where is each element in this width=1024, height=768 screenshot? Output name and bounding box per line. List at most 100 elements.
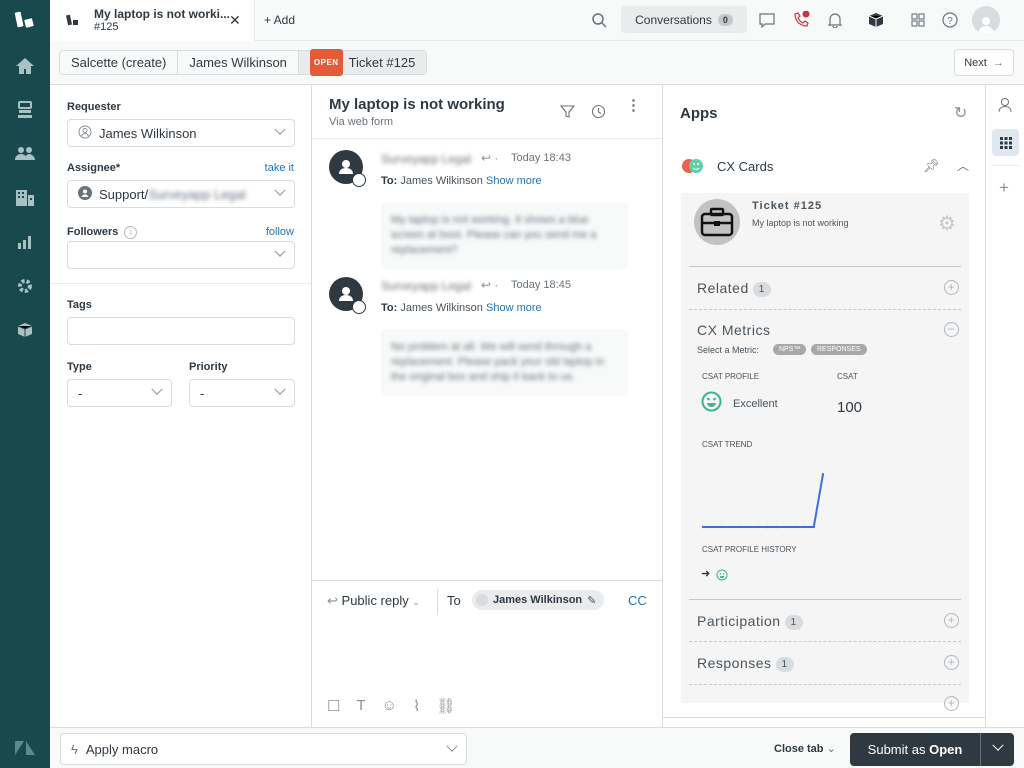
notifications-bell-icon[interactable] xyxy=(825,10,845,30)
apply-macro-select[interactable]: ϟ Apply macro xyxy=(60,733,467,765)
responses-section[interactable]: Responses 1 + xyxy=(697,655,961,672)
breadcrumb-ticket[interactable]: OPEN Ticket #125 xyxy=(298,49,427,76)
cx-metrics-section[interactable]: CX Metrics − xyxy=(697,322,961,338)
tags-input[interactable] xyxy=(67,317,295,345)
expand-plus-icon[interactable]: + xyxy=(944,613,959,628)
message-recipient: James Wilkinson xyxy=(400,175,483,187)
message-body: My laptop is not working. It shows a blu… xyxy=(381,202,628,269)
followers-select[interactable] xyxy=(67,241,295,269)
trend-point xyxy=(766,525,769,529)
priority-select[interactable]: - xyxy=(189,379,295,407)
zendesk-logo-icon[interactable] xyxy=(13,8,37,32)
admin-gear-icon[interactable] xyxy=(13,274,37,298)
submit-options-button[interactable] xyxy=(980,733,1014,766)
reply-type-select[interactable]: ↩ Public reply ⌄ xyxy=(327,593,420,609)
trend-point xyxy=(720,525,723,529)
chevron-down-icon xyxy=(274,245,286,257)
message-time: Today 18:45 xyxy=(511,279,571,291)
trend-point xyxy=(794,525,797,529)
info-icon[interactable]: i xyxy=(124,226,138,239)
related-section[interactable]: Related 1 + xyxy=(697,280,961,297)
breadcrumb-organization[interactable]: Salcette (create) xyxy=(60,51,179,74)
attachment-icon[interactable]: ⌇ xyxy=(413,697,420,715)
apps-grid-icon[interactable] xyxy=(992,129,1019,156)
user-circle-icon xyxy=(78,125,92,142)
cc-button[interactable]: CC xyxy=(628,593,647,608)
add-app-icon[interactable]: + xyxy=(999,179,1009,196)
recipient-chip[interactable]: James Wilkinson ✎ xyxy=(472,590,605,610)
help-icon[interactable]: ? xyxy=(940,10,960,30)
ticket-tab-icon xyxy=(66,13,80,30)
message-body: No problem at all. We will send through … xyxy=(381,329,628,396)
reporting-icon[interactable] xyxy=(13,230,37,254)
participation-section[interactable]: Participation 1 + xyxy=(697,613,961,630)
apps-panel: Apps ↻ CX Cards 📌︎ ︿ Ticket #125 My lapt… xyxy=(662,85,985,727)
organizations-icon[interactable] xyxy=(13,186,37,210)
show-more-link[interactable]: Show more xyxy=(486,302,542,314)
edit-pencil-icon[interactable]: ✎ xyxy=(587,594,596,607)
ticket-tab[interactable]: My laptop is not worki... #125 ✕ xyxy=(50,0,255,41)
expand-plus-icon[interactable]: + xyxy=(944,280,959,295)
customers-icon[interactable] xyxy=(13,142,37,166)
arrow-right-icon: → xyxy=(992,56,1004,69)
reply-arrow-icon: ↩ xyxy=(327,593,338,608)
metric-option-responses[interactable]: RESPONSES xyxy=(811,344,867,355)
filter-icon[interactable] xyxy=(559,104,576,122)
trend-point xyxy=(757,525,760,529)
card-ticket-title: Ticket #125 xyxy=(752,200,823,212)
expand-plus-icon[interactable]: + xyxy=(944,696,959,711)
conversation-header: My laptop is not working Via web form ⋮ xyxy=(312,85,662,139)
expand-plus-icon[interactable]: + xyxy=(944,655,959,670)
reply-arrow-icon: ↩ · xyxy=(481,278,499,292)
trend-point xyxy=(738,525,742,529)
emoji-icon[interactable]: ☺ xyxy=(382,697,397,715)
next-button[interactable]: Next → xyxy=(954,49,1014,76)
phone-icon[interactable] xyxy=(791,10,811,30)
user-avatar[interactable] xyxy=(972,6,1000,34)
show-more-link[interactable]: Show more xyxy=(486,175,542,187)
assignee-select[interactable]: Support/Surveyapp Legal xyxy=(67,180,295,208)
text-format-icon[interactable]: T xyxy=(356,697,365,715)
conversations-button[interactable]: Conversations 0 xyxy=(621,6,747,33)
add-tab-button[interactable]: + Add xyxy=(264,13,295,27)
footer-bar: ϟ Apply macro Close tab ⌄ Submit as Open xyxy=(50,727,1024,768)
close-tab-button[interactable]: Close tab ⌄ xyxy=(774,742,836,755)
pin-icon[interactable]: 📌︎ xyxy=(923,158,940,174)
type-value: - xyxy=(78,385,83,401)
user-profile-icon[interactable] xyxy=(998,97,1012,116)
views-icon[interactable] xyxy=(13,98,37,122)
context-rail: + xyxy=(985,85,1024,727)
metric-option-nps[interactable]: NPS™ xyxy=(773,344,807,355)
home-icon[interactable] xyxy=(13,54,37,78)
ticket-tab-title: My laptop is not worki... xyxy=(94,7,231,21)
product-box-icon[interactable] xyxy=(866,10,886,30)
svg-text:?: ? xyxy=(947,16,953,27)
submit-button[interactable]: Submit as Open xyxy=(850,733,980,766)
type-select[interactable]: - xyxy=(67,379,172,407)
conversations-count: 0 xyxy=(717,13,733,26)
more-options-icon[interactable]: ⋮ xyxy=(626,98,641,113)
marketplace-box-icon[interactable] xyxy=(13,318,37,342)
reply-arrow-icon: ↩ · xyxy=(481,151,499,165)
settings-gear-icon[interactable]: ⚙ xyxy=(938,211,956,236)
breadcrumb-requester[interactable]: James Wilkinson xyxy=(178,51,299,74)
link-icon[interactable]: ⛓ xyxy=(436,697,455,715)
close-tab-icon[interactable]: ✕ xyxy=(229,12,241,29)
requester-select[interactable]: James Wilkinson xyxy=(67,119,295,147)
follow-link[interactable]: follow xyxy=(266,226,294,238)
collapse-minus-icon[interactable]: − xyxy=(944,322,959,337)
apps-title: Apps xyxy=(680,105,718,122)
chat-icon[interactable] xyxy=(757,10,777,30)
csat-trend-chart xyxy=(701,473,825,529)
search-icon[interactable] xyxy=(589,10,609,30)
history-icon[interactable] xyxy=(591,104,606,122)
apps-grid-icon[interactable] xyxy=(908,10,928,30)
status-badge: OPEN xyxy=(309,49,343,76)
compose-icon[interactable]: ☐ xyxy=(327,697,340,715)
chevron-up-icon[interactable]: ︿ xyxy=(957,157,969,174)
csat-profile-value: Excellent xyxy=(733,398,778,410)
refresh-icon[interactable]: ↻ xyxy=(954,103,967,123)
take-it-link[interactable]: take it xyxy=(265,162,294,174)
recipient-avatar xyxy=(476,594,488,606)
divider xyxy=(50,283,311,284)
